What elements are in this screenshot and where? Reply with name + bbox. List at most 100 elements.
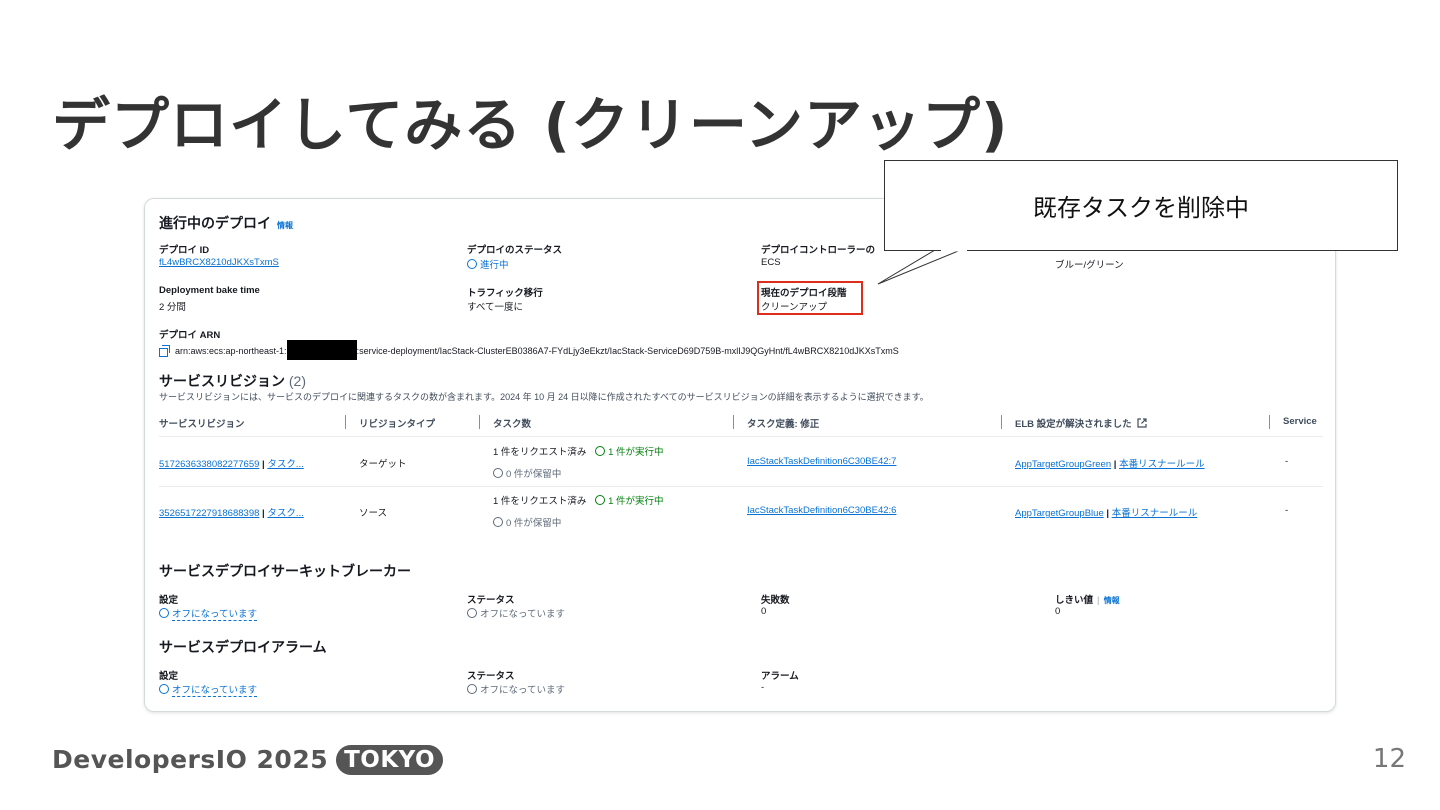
task-definition-link[interactable]: IacStackTaskDefinition6C30BE42:7 <box>747 456 896 467</box>
task-link[interactable]: タスク... <box>267 508 303 519</box>
deploy-heading: 進行中のデプロイ 情報 <box>159 213 293 233</box>
running-count: 1 件が実行中 <box>608 447 664 458</box>
col-header-revision: サービスリビジョン <box>159 419 245 430</box>
breaker-status-label: ステータス <box>467 595 515 606</box>
col-header-tasks: タスク数 <box>493 419 532 430</box>
stopped-icon <box>467 608 477 618</box>
deploy-strategy-value: ブルー/グリーン <box>1055 260 1124 271</box>
col-header-task-def: タスク定義: 修正 <box>747 419 820 430</box>
revision-id-link[interactable]: 5172636338082277659 <box>159 459 259 470</box>
revision-cell: 5172636338082277659 | タスク... <box>159 459 304 470</box>
deploy-arn-label: デプロイ ARN <box>159 330 221 341</box>
listener-rule-link[interactable]: 本番リスナールール <box>1119 459 1205 470</box>
deploy-heading-text: 進行中のデプロイ <box>159 215 271 231</box>
col-separator <box>1269 415 1270 429</box>
revision-type: ターゲット <box>359 459 407 470</box>
copy-icon[interactable] <box>159 345 170 357</box>
threshold-label-text: しきい値 <box>1055 595 1094 606</box>
in-progress-icon <box>467 259 477 269</box>
threshold-info-link[interactable]: 情報 <box>1104 596 1120 605</box>
alarm-status-label: ステータス <box>467 671 515 682</box>
revision-id-link[interactable]: 3526517227918688398 <box>159 508 259 519</box>
arn-suffix: :service-deployment/IacStack-ClusterEB03… <box>356 346 899 356</box>
col-separator <box>345 415 346 429</box>
alarm-name-value: - <box>761 682 765 693</box>
col-header-service: Service <box>1283 416 1317 427</box>
requested-count: 1 件をリクエスト済み <box>493 447 587 458</box>
task-count-cell: 1 件をリクエスト済み 1 件が実行中 <box>493 444 664 458</box>
event-logo-text: DevelopersIO 2025 <box>52 745 329 774</box>
arn-prefix: arn:aws:ecs:ap-northeast-1: <box>175 346 287 356</box>
listener-rule-link[interactable]: 本番リスナールール <box>1112 508 1198 519</box>
deploy-id-link[interactable]: fL4wBRCX8210dJKXsTxmS <box>159 257 279 268</box>
table-divider <box>159 486 1323 487</box>
table-divider <box>159 436 1323 437</box>
deploy-controller-label: デプロイコントローラーの <box>761 245 876 256</box>
bake-time-label: Deployment bake time <box>159 285 260 296</box>
service-cell: - <box>1285 505 1289 516</box>
alarm-name-label: アラーム <box>761 671 799 682</box>
slide-title: デプロイしてみる (クリーンアップ) <box>52 91 1009 159</box>
breaker-status-value: オフになっています <box>467 606 565 620</box>
target-group-link[interactable]: AppTargetGroupGreen <box>1015 459 1111 470</box>
check-circle-icon <box>595 446 606 456</box>
breaker-setting-value[interactable]: オフになっています <box>159 606 258 621</box>
clock-icon <box>493 468 503 478</box>
revisions-heading: サービスリビジョン (2) <box>159 371 306 391</box>
pending-count: 0 件が保留中 <box>506 518 562 529</box>
page-number: 12 <box>1372 744 1406 774</box>
alarm-status-value: オフになっています <box>467 682 565 696</box>
phase-highlight-box <box>757 281 863 315</box>
breaker-heading: サービスデプロイサーキットブレーカー <box>159 563 411 579</box>
target-group-link[interactable]: AppTargetGroupBlue <box>1015 508 1104 519</box>
col-separator <box>733 415 734 429</box>
running-count: 1 件が実行中 <box>608 496 664 507</box>
revisions-count: (2) <box>288 373 307 389</box>
external-link-icon <box>1137 418 1147 428</box>
breaker-threshold-label: しきい値 | 情報 <box>1055 595 1120 606</box>
col-separator <box>479 415 480 429</box>
col-separator <box>1001 415 1002 429</box>
breaker-status-text: オフになっています <box>480 609 566 620</box>
service-cell: - <box>1285 456 1289 467</box>
event-logo: DevelopersIO 2025 TOKYO <box>52 745 444 775</box>
callout-text: 既存タスクを削除中 <box>1033 194 1249 222</box>
deploy-id-label: デプロイ ID <box>159 245 210 256</box>
traffic-shift-value: すべて一度に <box>467 302 523 313</box>
redacted-account-id <box>286 340 357 360</box>
task-count-cell: 1 件をリクエスト済み 1 件が実行中 <box>493 493 664 507</box>
pending-count: 0 件が保留中 <box>506 469 562 480</box>
breaker-setting-label: 設定 <box>159 595 179 606</box>
alarm-heading: サービスデプロイアラーム <box>159 639 327 655</box>
deploy-info-link[interactable]: 情報 <box>277 221 293 230</box>
deploy-status-label: デプロイのステータス <box>467 245 563 256</box>
breaker-failures-value: 0 <box>761 606 767 617</box>
deployment-panel: 進行中のデプロイ 情報 デプロイ ID fL4wBRCX8210dJKXsTxmS… <box>144 198 1336 712</box>
alarm-setting-text: オフになっています <box>172 685 258 697</box>
breaker-threshold-value: 0 <box>1055 606 1061 617</box>
clock-icon <box>493 517 503 527</box>
task-definition-link[interactable]: IacStackTaskDefinition6C30BE42:6 <box>747 505 896 516</box>
info-icon <box>159 608 169 618</box>
breaker-setting-text: オフになっています <box>172 609 258 621</box>
requested-count: 1 件をリクエスト済み <box>493 496 587 507</box>
bake-time-value: 2 分間 <box>159 302 186 313</box>
revisions-description: サービスリビジョンには、サービスのデプロイに関連するタスクの数が含まれます。20… <box>159 392 929 402</box>
deploy-controller-value: ECS <box>761 257 781 268</box>
alarm-setting-value[interactable]: オフになっています <box>159 682 258 697</box>
alarm-setting-label: 設定 <box>159 671 179 682</box>
deploy-status-text: 進行中 <box>480 260 509 271</box>
revisions-heading-text: サービスリビジョン <box>159 373 285 389</box>
check-circle-icon <box>595 495 606 505</box>
deploy-arn-value: arn:aws:ecs:ap-northeast-1: :service-depl… <box>159 340 899 360</box>
info-icon <box>159 684 169 694</box>
elb-cell: AppTargetGroupGreen | 本番リスナールール <box>1015 459 1205 470</box>
task-link[interactable]: タスク... <box>267 459 303 470</box>
deploy-status-value: 進行中 <box>467 257 509 271</box>
col-header-elb-text: ELB 設定が解決されました <box>1015 419 1132 430</box>
pending-status: 0 件が保留中 <box>493 515 561 529</box>
event-logo-badge: TOKYO <box>336 745 444 775</box>
pending-status: 0 件が保留中 <box>493 466 561 480</box>
breaker-failures-label: 失敗数 <box>761 595 790 606</box>
alarm-status-text: オフになっています <box>480 685 566 696</box>
